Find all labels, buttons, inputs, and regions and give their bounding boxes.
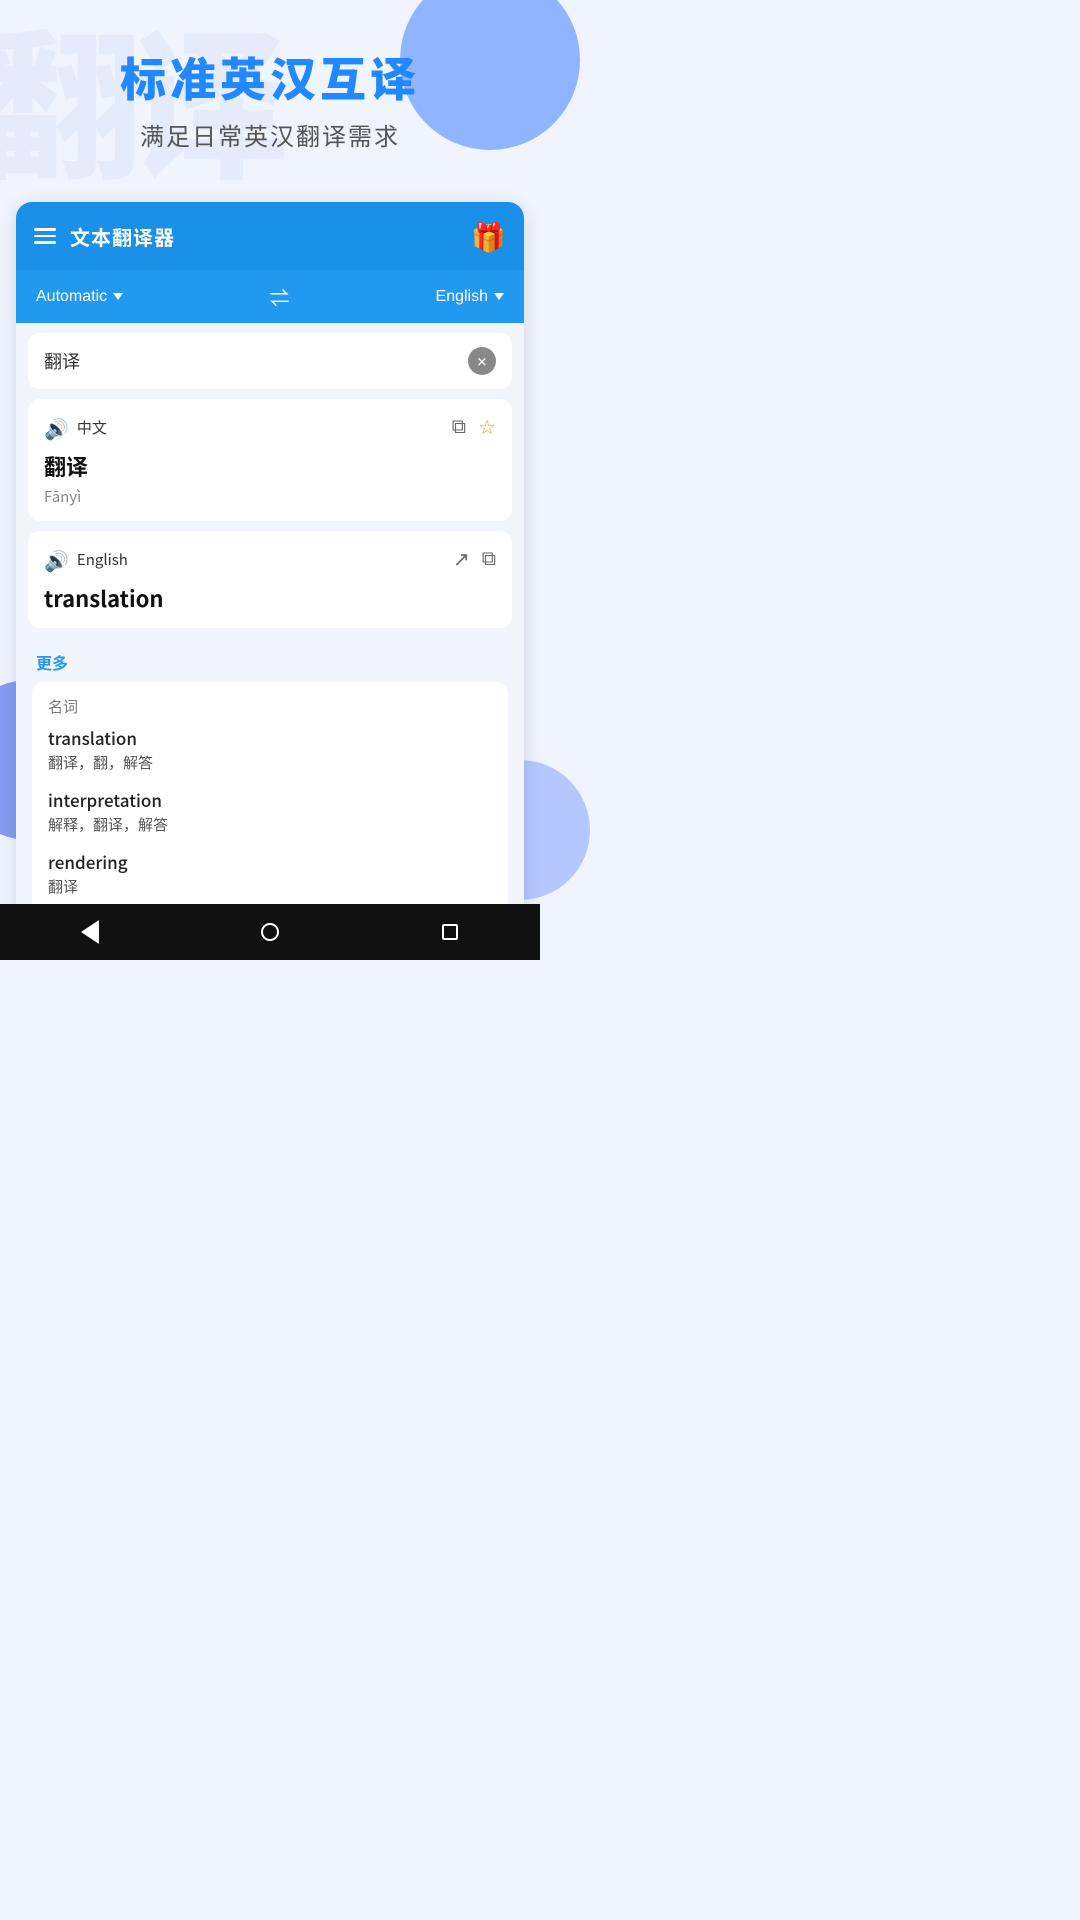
- word-english-3: rendering: [48, 849, 492, 874]
- chinese-card-header: 🔊 中文 ⧉ ☆: [44, 413, 496, 442]
- more-section: 更多 名词 translation 翻译，翻，解答 interpretation…: [28, 638, 512, 925]
- back-button[interactable]: [70, 912, 110, 952]
- open-external-button[interactable]: ↗: [453, 547, 470, 572]
- favorite-button[interactable]: ☆: [478, 415, 496, 440]
- gift-icon[interactable]: 🎁: [471, 216, 506, 256]
- menu-button[interactable]: [34, 228, 56, 244]
- chinese-audio-icon[interactable]: 🔊: [44, 413, 69, 442]
- input-card: 翻译: [28, 333, 512, 389]
- chinese-card-actions: ⧉ ☆: [452, 415, 496, 440]
- word-group-rendering: rendering 翻译: [48, 849, 492, 897]
- word-english-2: interpretation: [48, 787, 492, 812]
- chinese-lang-label: 中文: [77, 417, 107, 438]
- more-card: 名词 translation 翻译，翻，解答 interpretation 解释…: [32, 682, 508, 925]
- word-chinese-3: 翻译: [48, 876, 492, 897]
- app-header: 文本翻译器 🎁: [16, 202, 524, 270]
- header-left: 文本翻译器: [34, 222, 175, 251]
- recent-apps-icon: [442, 924, 458, 940]
- copy-english-button[interactable]: ⧉: [482, 547, 496, 572]
- target-language-label: English: [436, 288, 488, 306]
- hamburger-line-2: [34, 235, 56, 238]
- word-english-1: translation: [48, 725, 492, 750]
- swap-languages-button[interactable]: ⇌: [269, 282, 289, 311]
- english-audio-icon[interactable]: 🔊: [44, 545, 69, 574]
- more-label: 更多: [32, 642, 508, 682]
- recent-apps-button[interactable]: [430, 912, 470, 952]
- noun-label: 名词: [48, 696, 492, 717]
- chinese-card-lang-left: 🔊 中文: [44, 413, 107, 442]
- target-language-button[interactable]: English: [436, 288, 504, 306]
- hero-section: 标准英汉互译 满足日常英汉翻译需求: [0, 0, 540, 182]
- english-card-header: 🔊 English ↗ ⧉: [44, 545, 496, 574]
- hamburger-line-1: [34, 228, 56, 231]
- word-group-translation: translation 翻译，翻，解答: [48, 725, 492, 773]
- back-icon: [81, 920, 99, 944]
- word-chinese-1: 翻译，翻，解答: [48, 752, 492, 773]
- home-icon: [261, 923, 279, 941]
- bottom-nav: [0, 904, 540, 960]
- english-card-lang-left: 🔊 English: [44, 545, 128, 574]
- app-container: 文本翻译器 🎁 Automatic ⇌ English 翻译: [16, 202, 524, 935]
- english-translation-text: translation: [44, 582, 496, 614]
- input-text[interactable]: 翻译: [44, 348, 468, 374]
- chinese-translation-card: 🔊 中文 ⧉ ☆ 翻译 Fānyì: [28, 399, 512, 521]
- chinese-pinyin: Fānyì: [44, 486, 496, 507]
- english-translation-card: 🔊 English ↗ ⧉ translation: [28, 531, 512, 628]
- word-chinese-2: 解释，翻译，解答: [48, 814, 492, 835]
- copy-chinese-button[interactable]: ⧉: [452, 415, 466, 440]
- english-card-actions: ↗ ⧉: [453, 547, 496, 572]
- source-language-label: Automatic: [36, 288, 107, 306]
- app-title: 文本翻译器: [70, 222, 175, 251]
- word-group-interpretation: interpretation 解释，翻译，解答: [48, 787, 492, 835]
- hero-title: 标准英汉互译: [20, 50, 520, 105]
- hamburger-line-3: [34, 241, 56, 244]
- clear-input-button[interactable]: [468, 347, 496, 375]
- language-bar: Automatic ⇌ English: [16, 270, 524, 323]
- source-lang-arrow-icon: [113, 293, 123, 300]
- target-lang-arrow-icon: [494, 293, 504, 300]
- english-lang-label: English: [77, 549, 128, 570]
- chinese-translation-text: 翻译: [44, 450, 496, 482]
- source-language-button[interactable]: Automatic: [36, 288, 123, 306]
- main-content: 翻译 🔊 中文 ⧉ ☆ 翻译 Fānyì: [16, 323, 524, 935]
- home-button[interactable]: [250, 912, 290, 952]
- hero-subtitle: 满足日常英汉翻译需求: [20, 117, 520, 152]
